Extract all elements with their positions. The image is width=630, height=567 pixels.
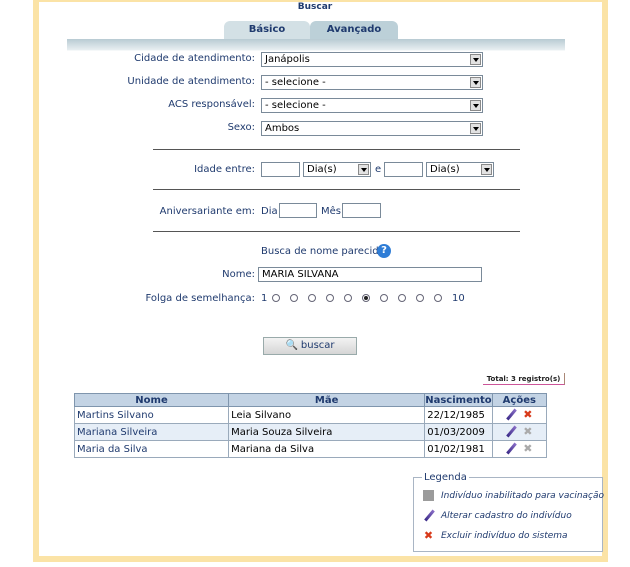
folga-radio-4[interactable] [326,294,334,302]
row-nome-link[interactable]: Martins Silvano [73,406,230,424]
folga-label: Folga de semelhança: [145,293,255,304]
folga-radio-10[interactable] [434,294,442,302]
legend-item: ✖ Excluir indivíduo do sistema [423,530,568,541]
idade-from-unit-select[interactable]: Dia(s) [303,162,371,177]
legend-text: Excluir indivíduo do sistema [441,531,568,541]
table-row: Mariana Silveira Maria Souza Silveira 01… [73,423,548,441]
folga-radio-1[interactable] [272,294,280,302]
unidade-value: - selecione - [265,77,326,88]
row-mae: Maria Souza Silveira [228,423,426,441]
idade-to-input[interactable] [384,162,423,177]
grey-square-icon [423,490,434,501]
table-row: Martins Silvano Leia Silvano 22/12/1985 … [73,406,548,424]
delete-disabled-icon: ✖ [523,442,533,456]
tab-avancado[interactable]: Avançado [310,21,398,39]
busca-parecido-label: Busca de nome parecido [261,246,385,257]
row-nome-link[interactable]: Mariana Silveira [73,423,230,441]
folga-radio-6[interactable] [362,294,370,302]
folga-radio-8[interactable] [398,294,406,302]
idade-to-unit-select[interactable]: Dia(s) [426,162,494,177]
unidade-select[interactable]: - selecione - [261,75,483,90]
sexo-label: Sexo: [227,122,255,133]
folga-radio-2[interactable] [290,294,298,302]
acs-label: ACS responsável: [168,99,255,110]
column-header-nascimento[interactable]: Nascimento [424,393,493,407]
help-icon[interactable]: ? [377,244,391,258]
folga-min-label: 1 [261,293,268,304]
column-header-mae[interactable]: Mãe [228,393,426,407]
pencil-icon[interactable] [505,426,516,437]
row-mae: Mariana da Silva [228,440,426,458]
row-actions: ✖ [491,440,548,458]
divider [153,231,520,232]
row-mae: Leia Silvano [228,406,426,424]
pencil-icon[interactable] [505,409,516,420]
delete-x-icon: ✖ [423,529,434,542]
chevron-down-icon [470,123,481,134]
row-actions: ✖ [491,406,548,424]
pencil-icon[interactable] [505,443,516,454]
chevron-down-icon [358,164,369,175]
row-actions: ✖ [491,423,548,441]
delete-x-icon[interactable]: ✖ [522,409,533,420]
idade-from-input[interactable] [261,162,300,177]
chevron-down-icon [470,100,481,111]
row-nascimento: 22/12/1985 [424,406,493,424]
chevron-down-icon [481,164,492,175]
nome-label: Nome: [222,269,255,280]
aniversario-dia-label: Dia [261,206,278,217]
folga-radio-3[interactable] [308,294,316,302]
aniversario-mes-label: Mês [321,206,341,217]
legend-text: Indivíduo inabilitado para vacinação [441,491,605,501]
divider [153,189,520,190]
cidade-value: Janápolis [265,54,310,65]
search-icon: 🔍 [285,340,298,351]
total-records: Total: 3 registro(s) [483,373,565,385]
chevron-down-icon [470,54,481,65]
row-nome-link[interactable]: Maria da Silva [73,440,230,458]
results-table: Nome Mãe Nascimento Ações Martins Silvan… [73,393,548,458]
legend-title: Legenda [422,472,469,483]
page-title: Buscar [297,2,333,12]
idade-from-unit-value: Dia(s) [307,164,337,175]
idade-label: Idade entre: [194,164,255,175]
idade-to-unit-value: Dia(s) [430,164,460,175]
divider [153,149,520,150]
folga-radio-5[interactable] [344,294,352,302]
unidade-label: Unidade de atendimento: [127,76,255,87]
acs-select[interactable]: - selecione - [261,98,483,113]
search-button[interactable]: 🔍 buscar [263,337,357,355]
sexo-select[interactable]: Ambos [261,121,483,136]
acs-value: - selecione - [265,100,326,111]
nome-input[interactable]: MARIA SILVANA [258,267,482,282]
row-nascimento: 01/03/2009 [424,423,493,441]
legend-text: Alterar cadastro do indivíduo [441,511,572,521]
aniversario-dia-input[interactable] [279,203,317,218]
table-header-row: Nome Mãe Nascimento Ações [73,393,548,407]
delete-disabled-icon: ✖ [523,425,533,439]
tab-basico[interactable]: Básico [224,21,310,39]
aniversario-mes-input[interactable] [342,203,381,218]
sexo-value: Ambos [265,123,300,134]
table-row: Maria da Silva Mariana da Silva 01/02/19… [73,440,548,458]
folga-radio-9[interactable] [416,294,424,302]
row-nascimento: 01/02/1981 [424,440,493,458]
column-header-nome[interactable]: Nome [73,393,230,407]
legend-item: Indivíduo inabilitado para vacinação [423,490,604,501]
cidade-label: Cidade de atendimento: [134,53,255,64]
folga-radio-7[interactable] [380,294,388,302]
pencil-icon [423,510,434,521]
folga-max-label: 10 [452,293,465,304]
cidade-select[interactable]: Janápolis [261,52,483,67]
legend-item: Alterar cadastro do indivíduo [423,510,572,521]
aniversario-label: Aniversariante em: [159,206,255,217]
search-button-label: buscar [300,340,335,351]
idade-separator: e [375,164,382,175]
tab-band [67,39,565,51]
column-header-acoes: Ações [491,393,548,407]
chevron-down-icon [470,77,481,88]
